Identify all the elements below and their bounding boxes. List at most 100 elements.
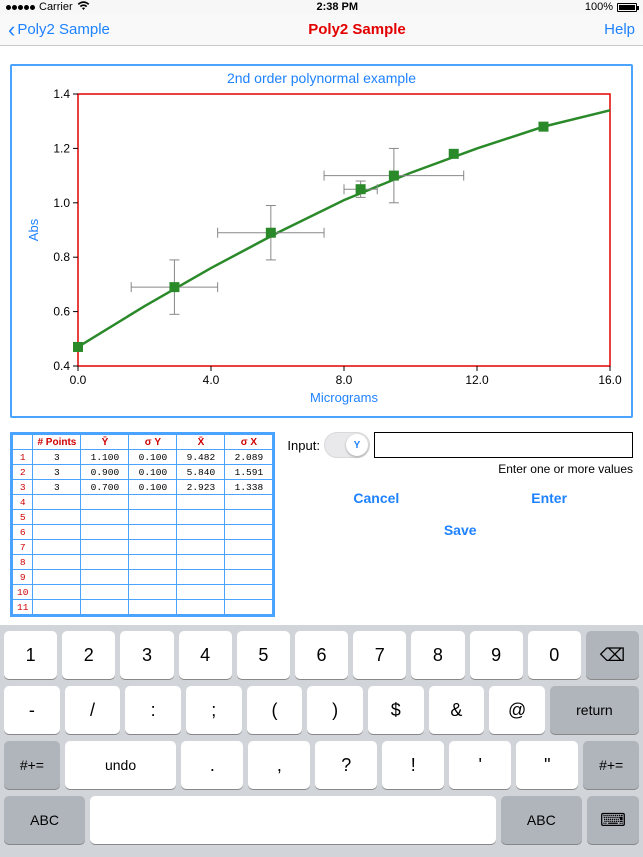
abc-key-left[interactable]: ABC bbox=[4, 796, 85, 844]
key-2[interactable]: 2 bbox=[62, 631, 115, 679]
table-cell bbox=[129, 525, 177, 540]
key-[interactable]: " bbox=[516, 741, 578, 789]
table-cell bbox=[129, 540, 177, 555]
svg-text:0.4: 0.4 bbox=[53, 359, 70, 373]
key-![interactable]: ! bbox=[382, 741, 444, 789]
row-number: 9 bbox=[13, 570, 33, 585]
table-cell bbox=[177, 600, 225, 615]
row-number: 1 bbox=[13, 450, 33, 465]
svg-text:12.0: 12.0 bbox=[465, 373, 489, 387]
svg-text:1.0: 1.0 bbox=[53, 196, 70, 210]
navbar: ‹ Poly2 Sample Poly2 Sample Help bbox=[0, 14, 643, 46]
table-cell bbox=[81, 540, 129, 555]
key-$[interactable]: $ bbox=[368, 686, 424, 734]
enter-button[interactable]: Enter bbox=[531, 490, 567, 506]
key-([interactable]: ( bbox=[247, 686, 303, 734]
key-0[interactable]: 0 bbox=[528, 631, 581, 679]
key-:[interactable]: : bbox=[125, 686, 181, 734]
table-cell bbox=[177, 510, 225, 525]
table-row: 9 bbox=[13, 570, 273, 585]
undo-key[interactable]: undo bbox=[65, 741, 177, 789]
row-number: 5 bbox=[13, 510, 33, 525]
table-cell: 3 bbox=[33, 450, 81, 465]
table-header: Ȳ bbox=[81, 435, 129, 450]
row-number: 6 bbox=[13, 525, 33, 540]
table-cell bbox=[81, 600, 129, 615]
table-cell bbox=[129, 555, 177, 570]
key-?[interactable]: ? bbox=[315, 741, 377, 789]
spacebar-key[interactable] bbox=[90, 796, 496, 844]
key-7[interactable]: 7 bbox=[353, 631, 406, 679]
table-cell bbox=[225, 555, 273, 570]
help-button[interactable]: Help bbox=[604, 21, 635, 38]
svg-text:0.8: 0.8 bbox=[53, 250, 70, 264]
table-cell bbox=[33, 540, 81, 555]
input-hint: Enter one or more values bbox=[287, 462, 633, 476]
cancel-button[interactable]: Cancel bbox=[353, 490, 399, 506]
svg-text:0.6: 0.6 bbox=[53, 305, 70, 319]
table-cell bbox=[33, 525, 81, 540]
table-header-row: # PointsȲσ YX̄σ X bbox=[13, 435, 273, 450]
table-cell bbox=[129, 495, 177, 510]
key-9[interactable]: 9 bbox=[470, 631, 523, 679]
key-8[interactable]: 8 bbox=[411, 631, 464, 679]
key-5[interactable]: 5 bbox=[237, 631, 290, 679]
table-cell bbox=[129, 585, 177, 600]
table-cell bbox=[81, 555, 129, 570]
key-1[interactable]: 1 bbox=[4, 631, 57, 679]
table-cell bbox=[177, 495, 225, 510]
value-input[interactable] bbox=[374, 432, 633, 458]
row-number: 2 bbox=[13, 465, 33, 480]
table-row: 6 bbox=[13, 525, 273, 540]
table-cell: 0.100 bbox=[129, 480, 177, 495]
key-3[interactable]: 3 bbox=[120, 631, 173, 679]
table-cell bbox=[225, 585, 273, 600]
table-cell bbox=[177, 525, 225, 540]
table-cell: 2.089 bbox=[225, 450, 273, 465]
backspace-key[interactable]: ⌫ bbox=[586, 631, 639, 679]
key-@[interactable]: @ bbox=[489, 686, 545, 734]
input-label: Input: bbox=[287, 438, 320, 453]
table-cell bbox=[225, 525, 273, 540]
key-4[interactable]: 4 bbox=[179, 631, 232, 679]
table-cell bbox=[225, 570, 273, 585]
key--[interactable]: - bbox=[4, 686, 60, 734]
key-;[interactable]: ; bbox=[186, 686, 242, 734]
svg-text:4.0: 4.0 bbox=[202, 373, 219, 387]
return-key[interactable]: return bbox=[550, 686, 639, 734]
table-cell bbox=[81, 585, 129, 600]
table-header: σ Y bbox=[129, 435, 177, 450]
back-button[interactable]: ‹ Poly2 Sample bbox=[8, 19, 110, 41]
symbols-key-right[interactable]: #+= bbox=[583, 741, 639, 789]
table-cell: 0.100 bbox=[129, 450, 177, 465]
key-/[interactable]: / bbox=[65, 686, 121, 734]
status-time: 2:38 PM bbox=[90, 1, 585, 13]
table-cell bbox=[129, 600, 177, 615]
abc-key-right[interactable]: ABC bbox=[501, 796, 582, 844]
key-6[interactable]: 6 bbox=[295, 631, 348, 679]
keyboard: 1234567890⌫ -/:;()$&@return #+=undo.,?!'… bbox=[0, 625, 643, 857]
svg-text:1.4: 1.4 bbox=[53, 88, 70, 101]
svg-text:Micrograms: Micrograms bbox=[310, 390, 378, 405]
key-,[interactable]: , bbox=[248, 741, 310, 789]
save-button[interactable]: Save bbox=[444, 522, 477, 538]
table-row: 230.9000.1005.8401.591 bbox=[13, 465, 273, 480]
row-number: 11 bbox=[13, 600, 33, 615]
table-cell bbox=[177, 555, 225, 570]
key-&[interactable]: & bbox=[429, 686, 485, 734]
symbols-key-left[interactable]: #+= bbox=[4, 741, 60, 789]
table-row: 7 bbox=[13, 540, 273, 555]
table-row: 4 bbox=[13, 495, 273, 510]
svg-text:8.0: 8.0 bbox=[335, 373, 352, 387]
dismiss-keyboard-key[interactable]: ⌨ bbox=[587, 796, 639, 844]
key-'[interactable]: ' bbox=[449, 741, 511, 789]
table-cell bbox=[225, 540, 273, 555]
key-)[interactable]: ) bbox=[307, 686, 363, 734]
table-cell: 9.482 bbox=[177, 450, 225, 465]
table-cell: 1.100 bbox=[81, 450, 129, 465]
input-toggle[interactable]: Y bbox=[324, 432, 370, 458]
table-cell: 3 bbox=[33, 480, 81, 495]
table-cell bbox=[81, 570, 129, 585]
key-.[interactable]: . bbox=[181, 741, 243, 789]
table-cell: 3 bbox=[33, 465, 81, 480]
